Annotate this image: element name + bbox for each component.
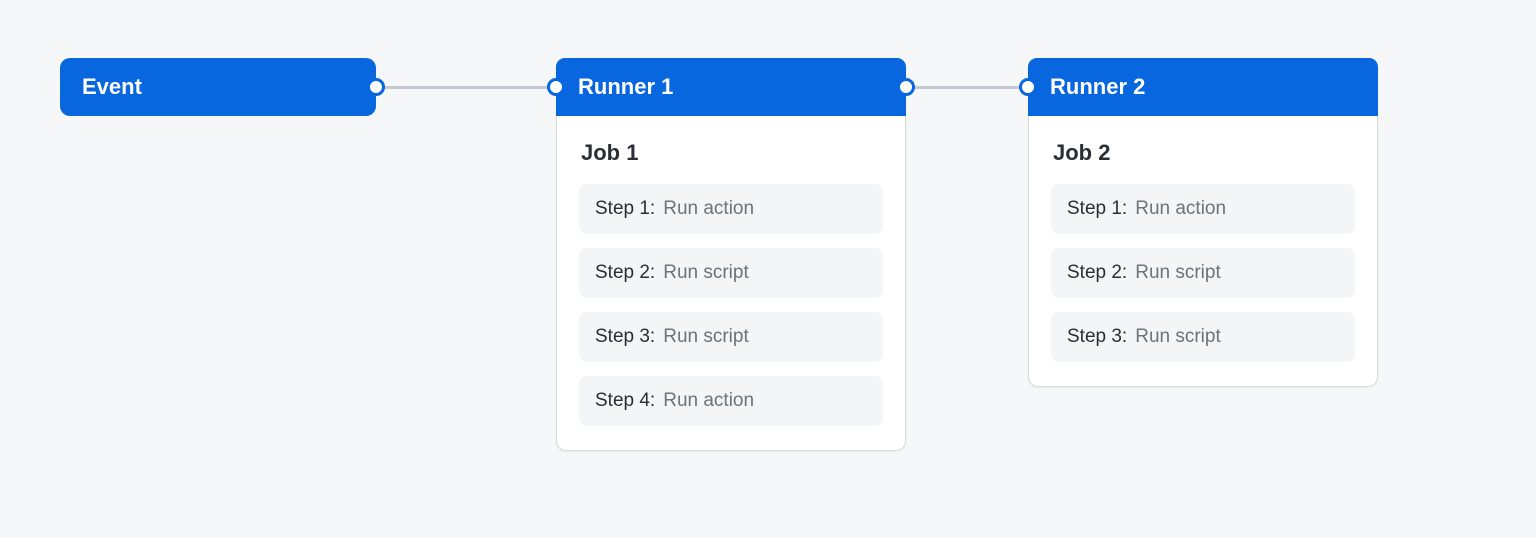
step-label: Step 2: xyxy=(595,262,655,284)
connector-runner1-to-runner2 xyxy=(906,86,1028,89)
runner-1-node: Runner 1 Job 1 Step 1: Run action Step 2… xyxy=(556,58,906,451)
runner-1-header: Runner 1 xyxy=(556,58,906,116)
port-out-icon xyxy=(897,78,915,96)
step-desc: Run script xyxy=(663,262,749,284)
step-label: Step 4: xyxy=(595,390,655,412)
step-label: Step 2: xyxy=(1067,262,1127,284)
port-in-icon xyxy=(547,78,565,96)
step-item: Step 2: Run script xyxy=(579,248,883,298)
runner-1-job-title: Job 1 xyxy=(579,140,883,166)
runner-2-node: Runner 2 Job 2 Step 1: Run action Step 2… xyxy=(1028,58,1378,387)
step-desc: Run script xyxy=(663,326,749,348)
step-desc: Run action xyxy=(1135,198,1226,220)
event-node: Event xyxy=(60,58,376,116)
step-label: Step 3: xyxy=(595,326,655,348)
step-item: Step 3: Run script xyxy=(1051,312,1355,362)
runner-1-title: Runner 1 xyxy=(578,74,673,99)
event-header: Event xyxy=(60,58,376,116)
step-item: Step 1: Run action xyxy=(1051,184,1355,234)
step-desc: Run script xyxy=(1135,326,1221,348)
step-item: Step 1: Run action xyxy=(579,184,883,234)
runner-2-job-body: Job 2 Step 1: Run action Step 2: Run scr… xyxy=(1029,116,1377,386)
runner-1-step-list: Step 1: Run action Step 2: Run script St… xyxy=(579,184,883,426)
step-item: Step 2: Run script xyxy=(1051,248,1355,298)
step-desc: Run action xyxy=(663,198,754,220)
port-in-icon xyxy=(1019,78,1037,96)
runner-2-step-list: Step 1: Run action Step 2: Run script St… xyxy=(1051,184,1355,362)
step-desc: Run script xyxy=(1135,262,1221,284)
event-title: Event xyxy=(82,74,142,99)
step-item: Step 3: Run script xyxy=(579,312,883,362)
step-label: Step 1: xyxy=(595,198,655,220)
runner-2-header: Runner 2 xyxy=(1028,58,1378,116)
step-desc: Run action xyxy=(663,390,754,412)
port-out-icon xyxy=(367,78,385,96)
connector-event-to-runner1 xyxy=(376,86,556,89)
runner-1-job-body: Job 1 Step 1: Run action Step 2: Run scr… xyxy=(557,116,905,450)
step-item: Step 4: Run action xyxy=(579,376,883,426)
step-label: Step 1: xyxy=(1067,198,1127,220)
runner-2-job-title: Job 2 xyxy=(1051,140,1355,166)
runner-2-title: Runner 2 xyxy=(1050,74,1145,99)
step-label: Step 3: xyxy=(1067,326,1127,348)
